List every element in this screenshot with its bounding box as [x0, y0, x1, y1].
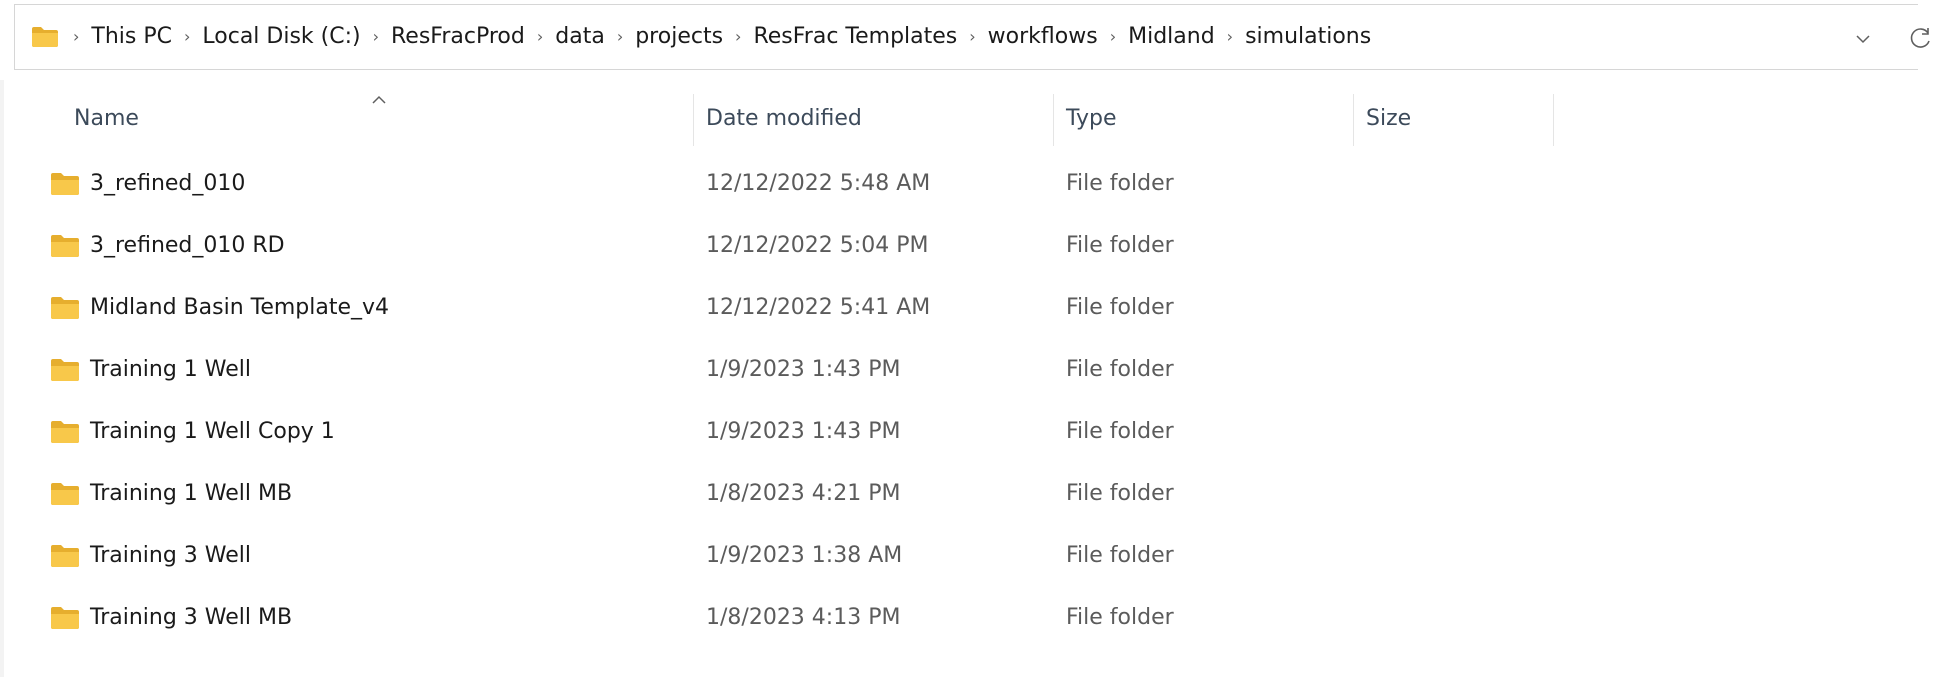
file-row[interactable]: Training 3 Well 1/9/2023 1:38 AM File fo… — [0, 526, 1560, 588]
breadcrumb-item[interactable]: workflows — [988, 26, 1098, 48]
file-date-modified: 12/12/2022 5:48 AM — [706, 171, 931, 196]
chevron-down-icon[interactable] — [1847, 23, 1879, 55]
file-row[interactable]: Training 1 Well Copy 1 1/9/2023 1:43 PM … — [0, 402, 1560, 464]
file-name: Training 3 Well MB — [90, 605, 293, 630]
file-date-modified: 1/9/2023 1:43 PM — [706, 419, 901, 444]
file-list: 3_refined_010 12/12/2022 5:48 AM File fo… — [0, 154, 1936, 650]
breadcrumb-item[interactable]: Midland — [1128, 26, 1215, 48]
breadcrumb-item[interactable]: Local Disk (C:) — [202, 26, 360, 48]
address-bar[interactable]: › This PC › Local Disk (C:) › ResFracProd › dat… — [14, 4, 1930, 70]
file-type: File folder — [1066, 357, 1174, 382]
folder-icon — [50, 234, 80, 258]
breadcrumb-item[interactable]: simulations — [1245, 26, 1371, 48]
file-name: 3_refined_010 RD — [90, 233, 285, 258]
file-row[interactable]: 3_refined_010 RD 12/12/2022 5:04 PM File… — [0, 216, 1560, 278]
column-header-type[interactable]: Type — [1066, 106, 1117, 131]
file-explorer-window: › This PC › Local Disk (C:) › ResFracProd › dat… — [0, 0, 1936, 677]
folder-icon — [50, 420, 80, 444]
breadcrumb-item[interactable]: data — [555, 26, 605, 48]
column-divider[interactable] — [1553, 94, 1554, 146]
file-name: Training 1 Well Copy 1 — [90, 419, 335, 444]
folder-icon — [50, 606, 80, 630]
column-header-date-modified[interactable]: Date modified — [706, 106, 862, 131]
file-type: File folder — [1066, 605, 1174, 630]
file-date-modified: 12/12/2022 5:41 AM — [706, 295, 931, 320]
file-date-modified: 1/9/2023 1:43 PM — [706, 357, 901, 382]
column-divider[interactable] — [1053, 94, 1054, 146]
file-date-modified: 1/8/2023 4:21 PM — [706, 481, 901, 506]
file-row[interactable]: Training 1 Well 1/9/2023 1:43 PM File fo… — [0, 340, 1560, 402]
chevron-right-icon[interactable]: › — [723, 29, 753, 45]
column-divider[interactable] — [1353, 94, 1354, 146]
file-type: File folder — [1066, 171, 1174, 196]
file-date-modified: 12/12/2022 5:04 PM — [706, 233, 929, 258]
folder-icon — [50, 296, 80, 320]
file-type: File folder — [1066, 543, 1174, 568]
file-row[interactable]: Training 1 Well MB 1/8/2023 4:21 PM File… — [0, 464, 1560, 526]
chevron-right-icon[interactable]: › — [172, 29, 202, 45]
chevron-right-icon[interactable]: › — [957, 29, 987, 45]
chevron-right-icon[interactable]: › — [1098, 29, 1128, 45]
breadcrumb-item[interactable]: This PC — [91, 26, 172, 48]
file-name: Training 1 Well MB — [90, 481, 293, 506]
file-type: File folder — [1066, 295, 1174, 320]
file-row[interactable]: 3_refined_010 12/12/2022 5:48 AM File fo… — [0, 154, 1560, 216]
breadcrumb-item[interactable]: projects — [635, 26, 723, 48]
column-header-size[interactable]: Size — [1366, 106, 1411, 131]
folder-icon — [50, 482, 80, 506]
file-date-modified: 1/9/2023 1:38 AM — [706, 543, 903, 568]
column-header-name[interactable]: Name — [74, 106, 139, 131]
folder-icon — [50, 544, 80, 568]
breadcrumb-item[interactable]: ResFrac Templates — [753, 26, 957, 48]
file-name: Training 1 Well — [90, 357, 252, 382]
chevron-right-icon[interactable]: › — [605, 29, 635, 45]
file-type: File folder — [1066, 233, 1174, 258]
chevron-right-icon[interactable]: › — [61, 29, 91, 45]
file-type: File folder — [1066, 481, 1174, 506]
sort-ascending-icon — [371, 90, 387, 104]
file-type: File folder — [1066, 419, 1174, 444]
file-name: 3_refined_010 — [90, 171, 246, 196]
chevron-right-icon[interactable]: › — [361, 29, 391, 45]
folder-icon — [31, 26, 61, 48]
chevron-right-icon[interactable]: › — [1215, 29, 1245, 45]
file-date-modified: 1/8/2023 4:13 PM — [706, 605, 901, 630]
refresh-icon[interactable] — [1907, 23, 1936, 55]
breadcrumb-item[interactable]: ResFracProd — [391, 26, 525, 48]
file-name: Training 3 Well — [90, 543, 252, 568]
file-name: Midland Basin Template_v4 — [90, 295, 390, 320]
column-divider[interactable] — [693, 94, 694, 146]
file-row[interactable]: Training 3 Well MB 1/8/2023 4:13 PM File… — [0, 588, 1560, 650]
folder-icon — [50, 358, 80, 382]
folder-icon — [50, 172, 80, 196]
chevron-right-icon[interactable]: › — [525, 29, 555, 45]
breadcrumb: › This PC › Local Disk (C:) › ResFracProd › dat… — [61, 5, 1371, 69]
file-row[interactable]: Midland Basin Template_v4 12/12/2022 5:4… — [0, 278, 1560, 340]
column-headers: Name Date modified Type Size — [0, 90, 1936, 146]
